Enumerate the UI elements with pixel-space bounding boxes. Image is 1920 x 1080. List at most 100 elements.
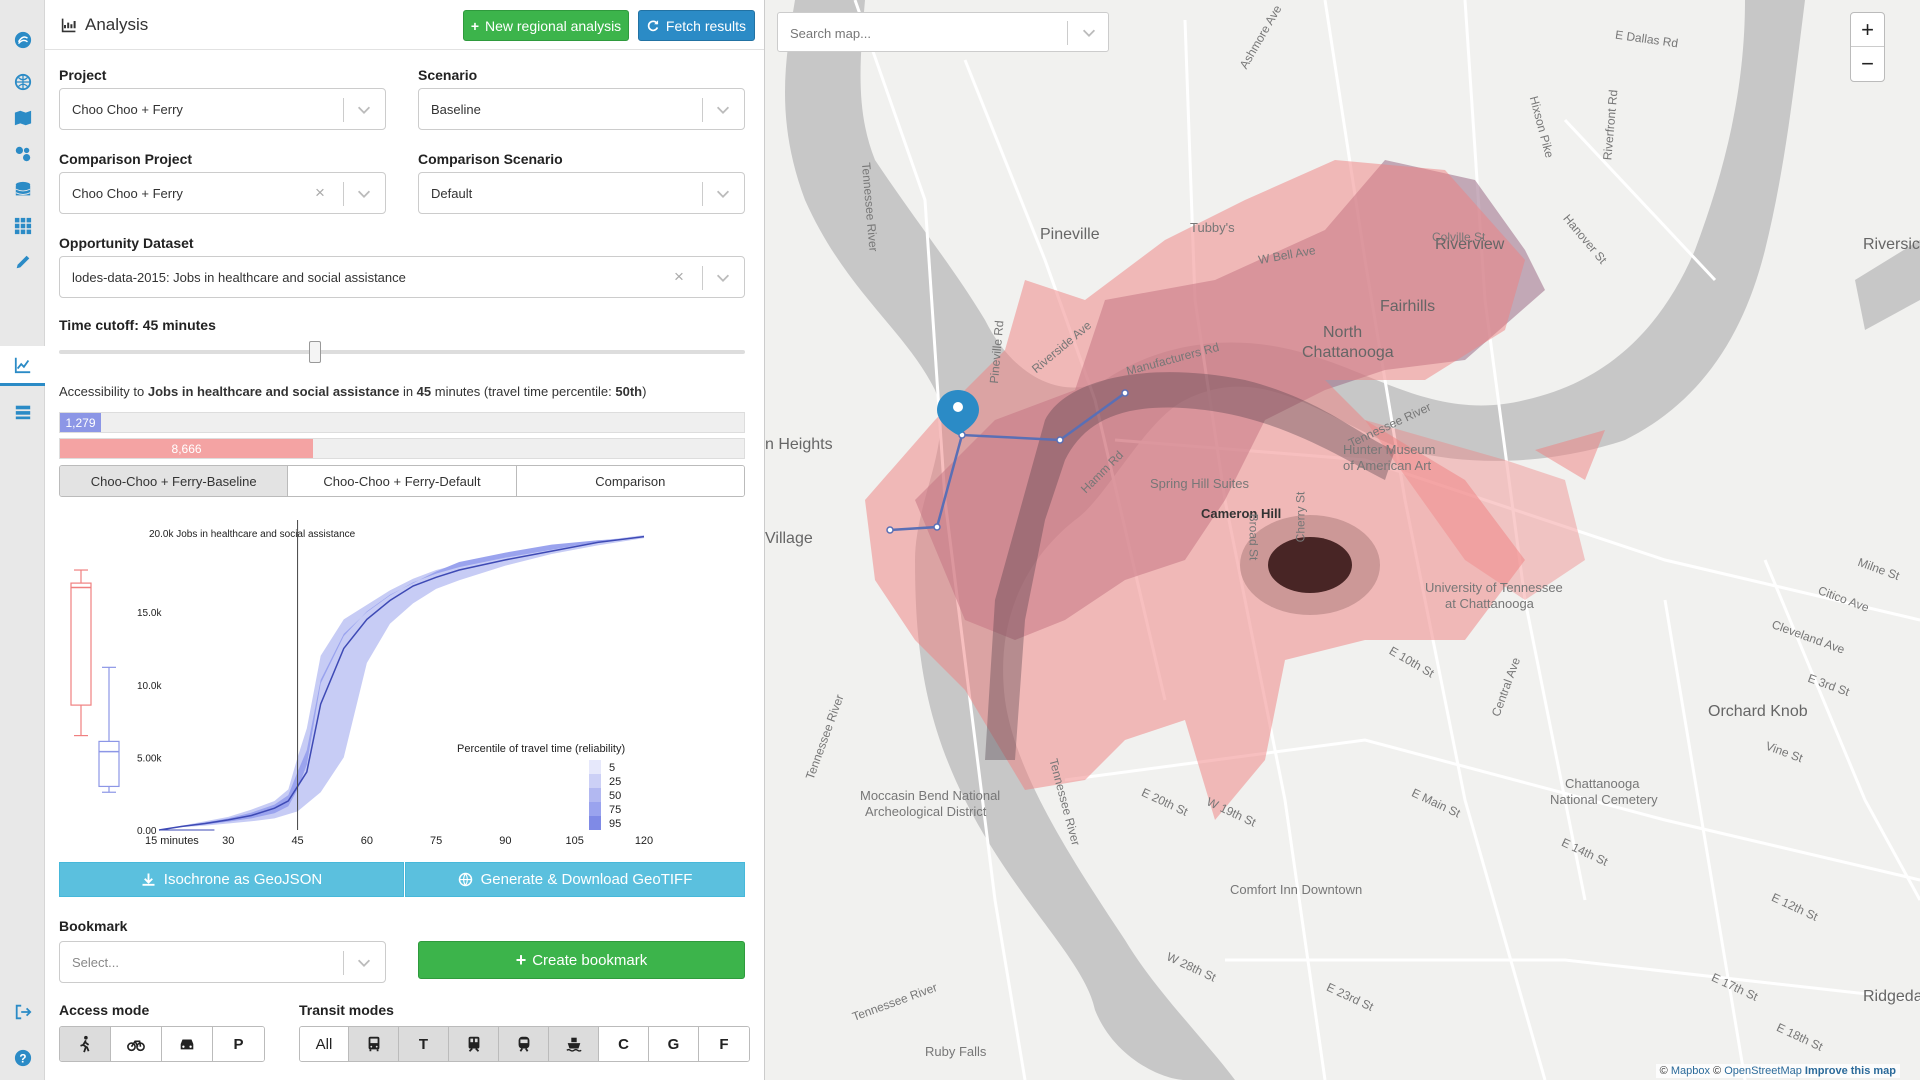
comparison-project-select[interactable]: Choo Choo + Ferry ×	[59, 172, 386, 214]
ferry-mode-button[interactable]	[549, 1027, 599, 1061]
rail-mode-button[interactable]	[449, 1027, 499, 1061]
x-tick-label: 60	[361, 835, 373, 847]
slider-handle[interactable]	[309, 341, 321, 363]
logo-icon[interactable]	[0, 20, 45, 60]
analysis-panel: Analysis + New regional analysis Fetch r…	[45, 0, 765, 1080]
osm-link[interactable]: OpenStreetMap	[1724, 1065, 1802, 1077]
cable-car-mode-button[interactable]: C	[599, 1027, 649, 1061]
clear-icon[interactable]: ×	[315, 184, 325, 202]
plus-icon: +	[515, 949, 527, 970]
geotiff-button[interactable]: Generate & Download GeoTIFF	[405, 862, 745, 897]
percentile-band-outer	[159, 535, 644, 830]
all-transit-button[interactable]: All	[300, 1027, 349, 1061]
map-label: Cherry St	[1293, 491, 1308, 543]
map-label: Tubby's	[1190, 220, 1235, 235]
bus-icon	[368, 1036, 379, 1052]
map-canvas[interactable]: Pineville Tubby's North Chattanooga Rive…	[765, 0, 1920, 1080]
plus-icon: +	[470, 17, 479, 34]
grid-icon[interactable]	[0, 206, 45, 246]
map-label: Ruby Falls	[925, 1044, 987, 1059]
chevron-down-icon	[716, 106, 730, 114]
zoom-out-button[interactable]: −	[1851, 47, 1884, 81]
acc-percentile: 50th	[615, 384, 643, 399]
time-cutoff-slider[interactable]	[59, 350, 745, 354]
tab-default[interactable]: Choo-Choo + Ferry-Default	[288, 466, 517, 496]
project-label: Project	[59, 67, 107, 83]
comparison-bar-fill: 1,279	[60, 413, 102, 432]
database-icon[interactable]	[0, 170, 45, 210]
create-bookmark-button[interactable]: + Create bookmark	[418, 941, 745, 979]
geotiff-label: Generate & Download GeoTIFF	[480, 871, 693, 888]
separator	[343, 951, 344, 975]
legend-swatch	[589, 816, 601, 830]
separator	[702, 98, 703, 122]
map-label: Village	[765, 530, 813, 547]
funicular-mode-button[interactable]: F	[699, 1027, 749, 1061]
tab-baseline[interactable]: Choo-Choo + Ferry-Baseline	[60, 466, 289, 496]
tab-comparison[interactable]: Comparison	[516, 466, 744, 496]
comparison-scenario-select[interactable]: Default	[418, 172, 745, 214]
walk-icon	[80, 1035, 90, 1053]
car-mode-button[interactable]	[162, 1027, 213, 1061]
zoom-in-button[interactable]: +	[1851, 13, 1884, 47]
panel-title-text: Analysis	[85, 15, 149, 34]
x-tick-label: 75	[430, 835, 442, 847]
map-icon[interactable]	[0, 98, 45, 138]
scenario-label: Scenario	[418, 67, 478, 83]
map-label: n Heights	[765, 436, 833, 453]
map-label: National Cemetery	[1550, 792, 1658, 807]
legend-swatch	[589, 760, 601, 774]
fetch-results-button[interactable]: Fetch results	[638, 10, 755, 41]
gondola-mode-button[interactable]: G	[649, 1027, 699, 1061]
legend-swatch	[589, 788, 601, 802]
separator	[702, 182, 703, 206]
access-mode-label: Access mode	[59, 1002, 150, 1018]
map-label: North	[1323, 324, 1363, 341]
map-label: Riversic	[1863, 236, 1920, 253]
regional-icon[interactable]	[0, 392, 45, 432]
mapbox-link[interactable]: Mapbox	[1671, 1065, 1710, 1077]
legend-swatch	[589, 802, 601, 816]
chevron-down-icon	[357, 106, 371, 114]
chart-title: 20.0k Jobs in healthcare and social assi…	[149, 529, 356, 540]
project-value: Choo Choo + Ferry	[72, 102, 183, 117]
bike-mode-button[interactable]	[111, 1027, 162, 1061]
new-regional-analysis-button[interactable]: + New regional analysis	[463, 10, 629, 41]
scenario-select[interactable]: Baseline	[418, 88, 745, 130]
globe-icon[interactable]	[0, 62, 45, 102]
project-select[interactable]: Choo Choo + Ferry	[59, 88, 386, 130]
isochrone-geojson-button[interactable]: Isochrone as GeoJSON	[59, 862, 404, 897]
bus-mode-button[interactable]	[349, 1027, 399, 1061]
walk-mode-button[interactable]	[60, 1027, 111, 1061]
map-label: Fairhills	[1380, 298, 1436, 315]
time-cutoff-label: Time cutoff: 45 minutes	[59, 317, 216, 333]
help-icon[interactable]: ?	[0, 1038, 45, 1078]
subway-mode-button[interactable]	[499, 1027, 549, 1061]
map-search-input[interactable]: Search map...	[777, 12, 1109, 52]
acc-end: )	[642, 384, 647, 399]
improve-map-link[interactable]: Improve this map	[1805, 1065, 1896, 1077]
accessibility-chart: 20.0k Jobs in healthcare and social assi…	[70, 520, 653, 847]
opportunity-select[interactable]: lodes-data-2015: Jobs in healthcare and …	[59, 256, 745, 298]
logout-icon[interactable]	[0, 992, 45, 1032]
chart-icon[interactable]	[0, 346, 45, 386]
panel-title: Analysis	[61, 15, 148, 35]
tram-mode-button[interactable]: T	[399, 1027, 449, 1061]
legend-label: 95	[609, 818, 621, 830]
clear-icon[interactable]: ×	[674, 268, 684, 286]
modifications-icon[interactable]	[0, 134, 45, 174]
comparison-tabs: Choo-Choo + Ferry-Baseline Choo-Choo + F…	[59, 465, 745, 497]
legend-label: 5	[609, 762, 615, 774]
x-tick-label: 90	[499, 835, 511, 847]
comparison-project-label: Comparison Project	[59, 151, 193, 167]
map-search-placeholder: Search map...	[790, 26, 871, 41]
bookmark-select[interactable]: Select...	[59, 941, 386, 983]
bookmark-placeholder: Select...	[72, 955, 119, 970]
pencil-icon[interactable]	[0, 242, 45, 282]
park-ride-mode-button[interactable]: P	[213, 1027, 264, 1061]
map-label: Cameron Hill	[1201, 506, 1282, 521]
median-line	[158, 535, 645, 831]
x-tick-label: 45	[291, 835, 303, 847]
isochrone-label: Isochrone as GeoJSON	[163, 871, 323, 888]
legend-label: 75	[609, 804, 621, 816]
